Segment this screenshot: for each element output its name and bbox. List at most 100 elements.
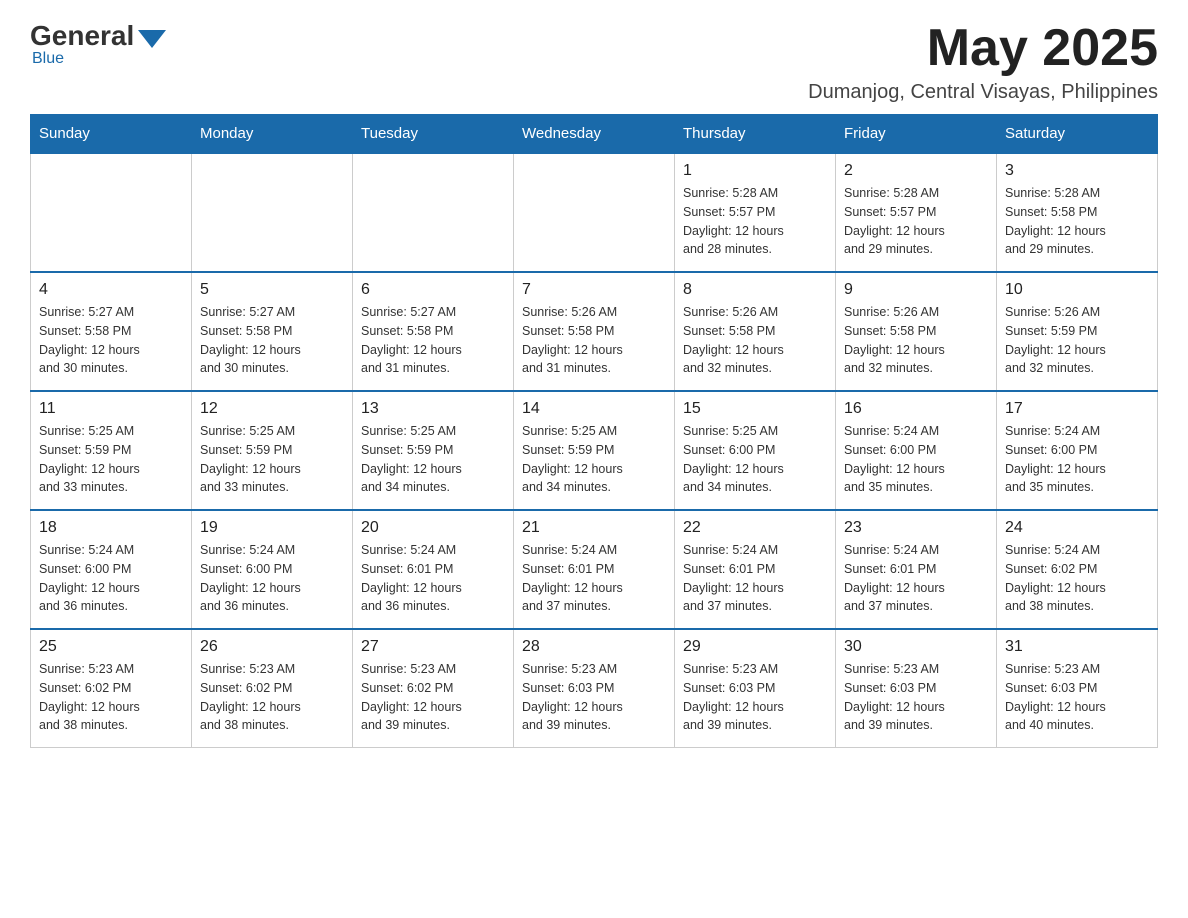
day-number: 20	[361, 519, 505, 537]
calendar-cell-w3-d7: 17 Sunrise: 5:24 AMSunset: 6:00 PMDayligh…	[997, 391, 1158, 510]
day-number: 31	[1005, 638, 1149, 656]
day-info: Sunrise: 5:28 AMSunset: 5:57 PMDaylight:…	[844, 184, 988, 259]
day-info: Sunrise: 5:28 AMSunset: 5:58 PMDaylight:…	[1005, 184, 1149, 259]
day-number: 18	[39, 519, 183, 537]
day-number: 23	[844, 519, 988, 537]
calendar-cell-w5-d5: 29 Sunrise: 5:23 AMSunset: 6:03 PMDayligh…	[675, 629, 836, 748]
calendar-week-4: 18 Sunrise: 5:24 AMSunset: 6:00 PMDayligh…	[31, 510, 1158, 629]
day-number: 16	[844, 400, 988, 418]
day-info: Sunrise: 5:23 AMSunset: 6:03 PMDaylight:…	[1005, 660, 1149, 735]
calendar-cell-w3-d2: 12 Sunrise: 5:25 AMSunset: 5:59 PMDayligh…	[192, 391, 353, 510]
calendar-cell-w2-d2: 5 Sunrise: 5:27 AMSunset: 5:58 PMDaylight…	[192, 272, 353, 391]
day-info: Sunrise: 5:28 AMSunset: 5:57 PMDaylight:…	[683, 184, 827, 259]
calendar-cell-w1-d6: 2 Sunrise: 5:28 AMSunset: 5:57 PMDaylight…	[836, 153, 997, 272]
calendar-cell-w5-d6: 30Sunrise: 5:23 AMSunset: 6:03 PMDayligh…	[836, 629, 997, 748]
calendar-table: Sunday Monday Tuesday Wednesday Thursday…	[30, 114, 1158, 748]
calendar-header-row: Sunday Monday Tuesday Wednesday Thursday…	[31, 115, 1158, 154]
day-info: Sunrise: 5:26 AMSunset: 5:58 PMDaylight:…	[844, 303, 988, 378]
calendar-week-5: 25 Sunrise: 5:23 AMSunset: 6:02 PMDayligh…	[31, 629, 1158, 748]
day-info: Sunrise: 5:24 AMSunset: 6:00 PMDaylight:…	[200, 541, 344, 616]
day-info: Sunrise: 5:27 AMSunset: 5:58 PMDaylight:…	[361, 303, 505, 378]
day-info: Sunrise: 5:24 AMSunset: 6:01 PMDaylight:…	[844, 541, 988, 616]
day-info: Sunrise: 5:23 AMSunset: 6:03 PMDaylight:…	[522, 660, 666, 735]
calendar-cell-w3-d3: 13Sunrise: 5:25 AMSunset: 5:59 PMDayligh…	[353, 391, 514, 510]
day-info: Sunrise: 5:27 AMSunset: 5:58 PMDaylight:…	[39, 303, 183, 378]
day-number: 7	[522, 281, 666, 299]
header-friday: Friday	[836, 115, 997, 154]
day-number: 22	[683, 519, 827, 537]
calendar-cell-w1-d2	[192, 153, 353, 272]
calendar-cell-w3-d1: 11Sunrise: 5:25 AMSunset: 5:59 PMDayligh…	[31, 391, 192, 510]
day-info: Sunrise: 5:25 AMSunset: 5:59 PMDaylight:…	[200, 422, 344, 497]
day-number: 1	[683, 162, 827, 180]
calendar-cell-w1-d4	[514, 153, 675, 272]
day-info: Sunrise: 5:26 AMSunset: 5:58 PMDaylight:…	[683, 303, 827, 378]
calendar-cell-w4-d2: 19Sunrise: 5:24 AMSunset: 6:00 PMDayligh…	[192, 510, 353, 629]
calendar-cell-w3-d6: 16 Sunrise: 5:24 AMSunset: 6:00 PMDayligh…	[836, 391, 997, 510]
day-info: Sunrise: 5:23 AMSunset: 6:02 PMDaylight:…	[361, 660, 505, 735]
calendar-cell-w2-d5: 8 Sunrise: 5:26 AMSunset: 5:58 PMDaylight…	[675, 272, 836, 391]
day-number: 8	[683, 281, 827, 299]
calendar-cell-w5-d4: 28 Sunrise: 5:23 AMSunset: 6:03 PMDayligh…	[514, 629, 675, 748]
calendar-cell-w1-d1	[31, 153, 192, 272]
day-info: Sunrise: 5:25 AMSunset: 6:00 PMDaylight:…	[683, 422, 827, 497]
day-info: Sunrise: 5:27 AMSunset: 5:58 PMDaylight:…	[200, 303, 344, 378]
day-number: 15	[683, 400, 827, 418]
header-sunday: Sunday	[31, 115, 192, 154]
calendar-week-2: 4 Sunrise: 5:27 AMSunset: 5:58 PMDaylight…	[31, 272, 1158, 391]
header-saturday: Saturday	[997, 115, 1158, 154]
day-info: Sunrise: 5:26 AMSunset: 5:59 PMDaylight:…	[1005, 303, 1149, 378]
day-info: Sunrise: 5:24 AMSunset: 6:01 PMDaylight:…	[361, 541, 505, 616]
calendar-cell-w1-d5: 1 Sunrise: 5:28 AMSunset: 5:57 PMDaylight…	[675, 153, 836, 272]
day-info: Sunrise: 5:23 AMSunset: 6:02 PMDaylight:…	[200, 660, 344, 735]
month-year-title: May 2025	[808, 20, 1158, 77]
day-info: Sunrise: 5:23 AMSunset: 6:03 PMDaylight:…	[683, 660, 827, 735]
logo-blue-text: Blue	[32, 50, 64, 68]
day-info: Sunrise: 5:25 AMSunset: 5:59 PMDaylight:…	[361, 422, 505, 497]
day-info: Sunrise: 5:24 AMSunset: 6:00 PMDaylight:…	[1005, 422, 1149, 497]
day-number: 24	[1005, 519, 1149, 537]
calendar-cell-w5-d7: 31 Sunrise: 5:23 AMSunset: 6:03 PMDayligh…	[997, 629, 1158, 748]
calendar-cell-w2-d7: 10 Sunrise: 5:26 AMSunset: 5:59 PMDayligh…	[997, 272, 1158, 391]
calendar-cell-w1-d3	[353, 153, 514, 272]
day-number: 27	[361, 638, 505, 656]
header-tuesday: Tuesday	[353, 115, 514, 154]
day-number: 4	[39, 281, 183, 299]
day-info: Sunrise: 5:23 AMSunset: 6:02 PMDaylight:…	[39, 660, 183, 735]
day-number: 25	[39, 638, 183, 656]
calendar-cell-w4-d3: 20 Sunrise: 5:24 AMSunset: 6:01 PMDayligh…	[353, 510, 514, 629]
calendar-cell-w4-d7: 24Sunrise: 5:24 AMSunset: 6:02 PMDayligh…	[997, 510, 1158, 629]
day-number: 12	[200, 400, 344, 418]
calendar-cell-w4-d1: 18 Sunrise: 5:24 AMSunset: 6:00 PMDayligh…	[31, 510, 192, 629]
calendar-week-1: 1 Sunrise: 5:28 AMSunset: 5:57 PMDaylight…	[31, 153, 1158, 272]
day-number: 11	[39, 400, 183, 418]
day-number: 2	[844, 162, 988, 180]
day-number: 6	[361, 281, 505, 299]
calendar-cell-w5-d3: 27 Sunrise: 5:23 AMSunset: 6:02 PMDayligh…	[353, 629, 514, 748]
day-info: Sunrise: 5:25 AMSunset: 5:59 PMDaylight:…	[522, 422, 666, 497]
day-number: 26	[200, 638, 344, 656]
day-info: Sunrise: 5:24 AMSunset: 6:00 PMDaylight:…	[39, 541, 183, 616]
day-number: 28	[522, 638, 666, 656]
calendar-cell-w4-d5: 22Sunrise: 5:24 AMSunset: 6:01 PMDayligh…	[675, 510, 836, 629]
day-number: 17	[1005, 400, 1149, 418]
calendar-cell-w3-d4: 14 Sunrise: 5:25 AMSunset: 5:59 PMDayligh…	[514, 391, 675, 510]
day-info: Sunrise: 5:24 AMSunset: 6:00 PMDaylight:…	[844, 422, 988, 497]
day-number: 3	[1005, 162, 1149, 180]
location-subtitle: Dumanjog, Central Visayas, Philippines	[808, 81, 1158, 104]
calendar-cell-w1-d7: 3 Sunrise: 5:28 AMSunset: 5:58 PMDaylight…	[997, 153, 1158, 272]
calendar-week-3: 11 Sunrise: 5:25 AMSunset: 5:59 PMDayligh…	[31, 391, 1158, 510]
logo-general-text: General	[30, 20, 134, 52]
calendar-cell-w4-d6: 23 Sunrise: 5:24 AMSunset: 6:01 PMDayligh…	[836, 510, 997, 629]
day-number: 29	[683, 638, 827, 656]
day-number: 5	[200, 281, 344, 299]
day-number: 14	[522, 400, 666, 418]
page-header: General Blue May 2025 Dumanjog, Central …	[30, 20, 1158, 104]
calendar-cell-w2-d4: 7 Sunrise: 5:26 AMSunset: 5:58 PMDaylight…	[514, 272, 675, 391]
title-section: May 2025 Dumanjog, Central Visayas, Phil…	[808, 20, 1158, 104]
day-info: Sunrise: 5:26 AMSunset: 5:58 PMDaylight:…	[522, 303, 666, 378]
calendar-cell-w4-d4: 21Sunrise: 5:24 AMSunset: 6:01 PMDayligh…	[514, 510, 675, 629]
day-number: 10	[1005, 281, 1149, 299]
day-number: 21	[522, 519, 666, 537]
day-info: Sunrise: 5:23 AMSunset: 6:03 PMDaylight:…	[844, 660, 988, 735]
